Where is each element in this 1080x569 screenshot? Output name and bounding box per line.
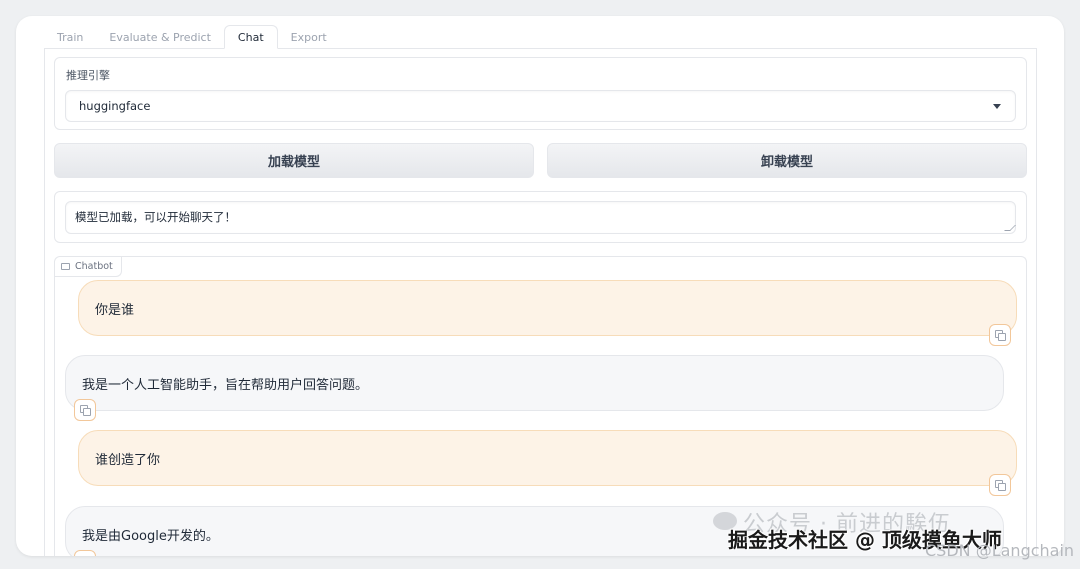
watermark-csdn: CSDN @Langchain bbox=[925, 541, 1075, 560]
inference-engine-label: 推理引擎 bbox=[66, 69, 110, 82]
message-text: 你是谁 bbox=[95, 302, 135, 318]
inference-engine-block: 推理引擎 huggingface bbox=[54, 57, 1027, 130]
message-text: 我是由Google开发的。 bbox=[82, 528, 219, 544]
load-model-button[interactable]: 加载模型 bbox=[54, 143, 534, 178]
copy-icon[interactable] bbox=[989, 474, 1011, 496]
chatbot-label: Chatbot bbox=[55, 257, 122, 277]
message-text: 我是一个人工智能助手，旨在帮助用户回答问题。 bbox=[82, 377, 369, 393]
status-block: 模型已加载，可以开始聊天了！ bbox=[54, 191, 1027, 243]
tab-export[interactable]: Export bbox=[278, 26, 340, 49]
unload-model-button[interactable]: 卸载模型 bbox=[547, 143, 1027, 178]
dropdown-caret-icon bbox=[993, 104, 1001, 109]
copy-icon[interactable] bbox=[74, 399, 96, 421]
copy-icon[interactable] bbox=[74, 550, 96, 556]
assistant-message: 我是一个人工智能助手，旨在帮助用户回答问题。 bbox=[65, 355, 1004, 411]
tab-evaluate-predict[interactable]: Evaluate & Predict bbox=[96, 26, 224, 49]
inference-engine-select[interactable]: huggingface bbox=[65, 90, 1016, 122]
status-text: 模型已加载，可以开始聊天了！ bbox=[75, 210, 236, 224]
tab-bar: Train Evaluate & Predict Chat Export bbox=[44, 25, 340, 49]
user-message: 你是谁 bbox=[78, 280, 1017, 336]
copy-icon[interactable] bbox=[989, 324, 1011, 346]
resize-grip-icon[interactable] bbox=[1004, 225, 1016, 231]
inference-engine-value: huggingface bbox=[79, 99, 151, 113]
chatbot-label-text: Chatbot bbox=[75, 261, 113, 272]
user-message: 谁创造了你 bbox=[78, 430, 1017, 486]
chat-icon bbox=[61, 263, 70, 270]
app-window: Train Evaluate & Predict Chat Export 推理引… bbox=[16, 16, 1064, 556]
tab-train[interactable]: Train bbox=[44, 26, 96, 49]
tab-chat[interactable]: Chat bbox=[223, 25, 278, 49]
status-textbox[interactable]: 模型已加载，可以开始聊天了！ bbox=[65, 201, 1016, 234]
message-text: 谁创造了你 bbox=[95, 452, 161, 468]
